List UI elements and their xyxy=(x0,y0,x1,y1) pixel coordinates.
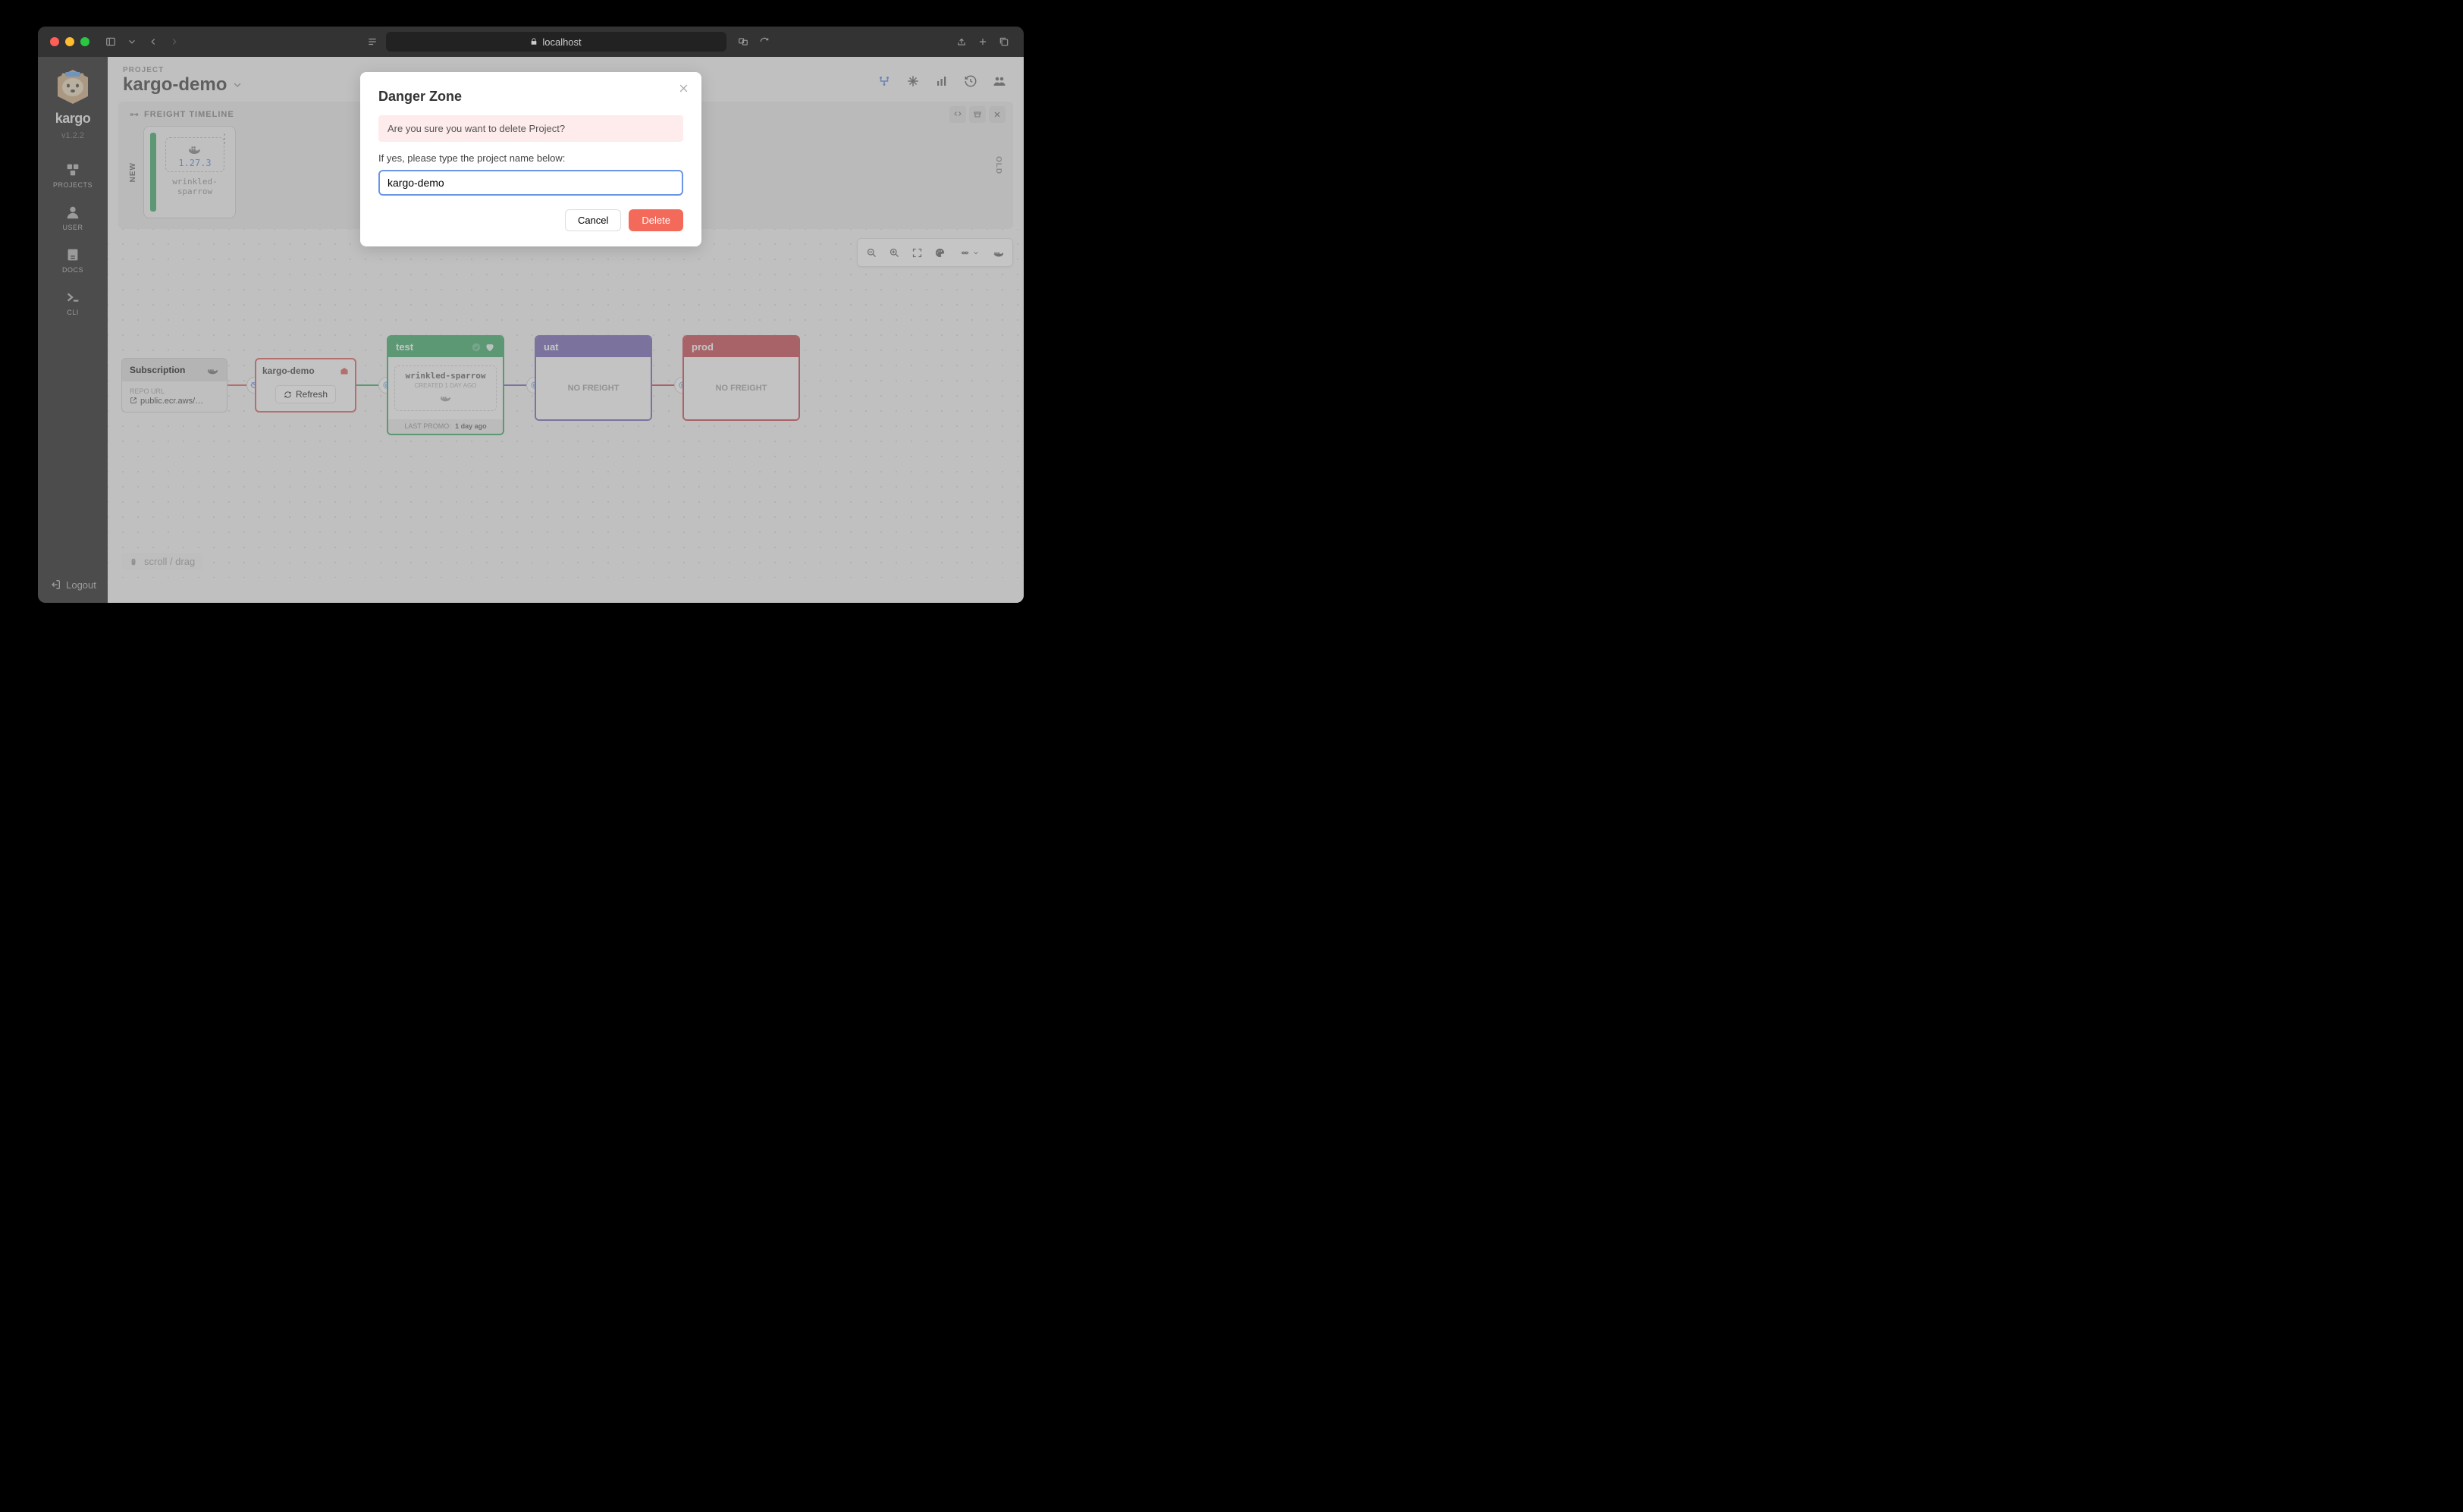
translate-button[interactable] xyxy=(736,34,751,49)
share-button[interactable] xyxy=(954,34,969,49)
close-icon xyxy=(678,83,689,94)
reader-mode-button[interactable] xyxy=(365,34,380,49)
new-tab-button[interactable] xyxy=(975,34,990,49)
lock-icon xyxy=(530,38,538,45)
modal-prompt: If yes, please type the project name bel… xyxy=(378,152,683,164)
modal-overlay[interactable]: Danger Zone Are you sure you want to del… xyxy=(38,57,1024,603)
modal-close-button[interactable] xyxy=(678,83,689,98)
project-name-input[interactable] xyxy=(378,170,683,196)
url-bar[interactable]: localhost xyxy=(386,32,726,52)
forward-button[interactable] xyxy=(167,34,182,49)
browser-chrome: localhost xyxy=(38,27,1024,57)
window-minimize-button[interactable] xyxy=(65,37,74,46)
sidebar-toggle-button[interactable] xyxy=(103,34,118,49)
window-maximize-button[interactable] xyxy=(80,37,89,46)
url-text: localhost xyxy=(542,36,581,48)
tabs-button[interactable] xyxy=(996,34,1012,49)
cancel-button[interactable]: Cancel xyxy=(565,209,621,231)
window-close-button[interactable] xyxy=(50,37,59,46)
delete-button[interactable]: Delete xyxy=(629,209,683,231)
modal-title: Danger Zone xyxy=(378,89,683,105)
chevron-down-icon[interactable] xyxy=(124,34,140,49)
reload-button[interactable] xyxy=(757,34,772,49)
back-button[interactable] xyxy=(146,34,161,49)
danger-zone-modal: Danger Zone Are you sure you want to del… xyxy=(360,72,701,246)
modal-warning: Are you sure you want to delete Project? xyxy=(378,115,683,142)
